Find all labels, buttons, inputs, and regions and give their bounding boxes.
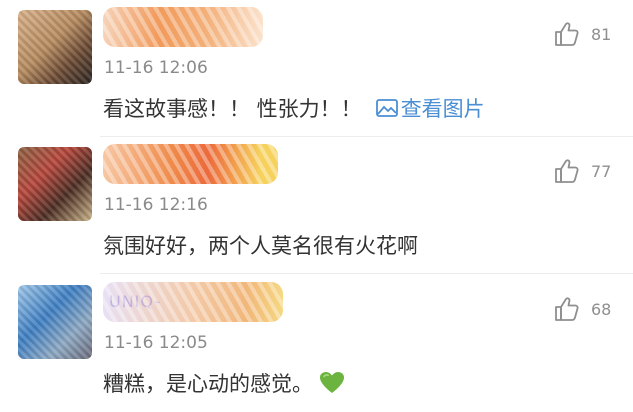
comment-text: 糟糕，是心动的感觉。 <box>103 368 345 398</box>
like-button[interactable]: 77 <box>553 157 611 185</box>
view-picture-link[interactable]: 查看图片 <box>375 93 485 123</box>
username-text: UNIQ- <box>109 292 162 311</box>
timestamp: 11-16 12:16 <box>104 195 208 215</box>
username[interactable] <box>103 7 263 47</box>
view-picture-label: 查看图片 <box>400 97 485 121</box>
avatar[interactable] <box>18 10 92 84</box>
like-button[interactable]: 81 <box>553 20 611 48</box>
username[interactable]: UNIQ- <box>103 282 283 322</box>
timestamp: 11-16 12:06 <box>104 58 208 78</box>
comment-text-content: 糟糕，是心动的感觉。 <box>103 372 313 396</box>
thumbs-up-icon <box>555 297 579 321</box>
comment-item: 11-16 12:16 氛围好好，两个人莫名很有火花啊 77 <box>0 137 633 274</box>
thumbs-up-icon <box>555 159 579 183</box>
avatar[interactable] <box>18 147 92 221</box>
timestamp: 11-16 12:05 <box>104 333 208 353</box>
comment-text: 看这故事感！！ 性张力！！ 查看图片 <box>103 93 485 123</box>
comment-item: UNIQ- 11-16 12:05 糟糕，是心动的感觉。 68 <box>0 275 633 412</box>
like-count: 81 <box>591 24 612 44</box>
comment-item: 11-16 12:06 看这故事感！！ 性张力！！ 查看图片 81 <box>0 0 633 137</box>
avatar[interactable] <box>18 285 92 359</box>
username[interactable] <box>103 144 278 184</box>
green-heart-icon <box>319 371 345 395</box>
divider <box>100 273 633 274</box>
image-icon <box>375 99 398 117</box>
comment-text-content: 氛围好好，两个人莫名很有火花啊 <box>103 234 418 258</box>
like-count: 68 <box>591 299 612 319</box>
comment-text: 氛围好好，两个人莫名很有火花啊 <box>103 230 418 260</box>
thumbs-up-icon <box>555 22 579 46</box>
comment-text-content: 看这故事感！！ 性张力！！ <box>103 97 362 121</box>
like-button[interactable]: 68 <box>553 295 611 323</box>
like-count: 77 <box>591 161 612 181</box>
